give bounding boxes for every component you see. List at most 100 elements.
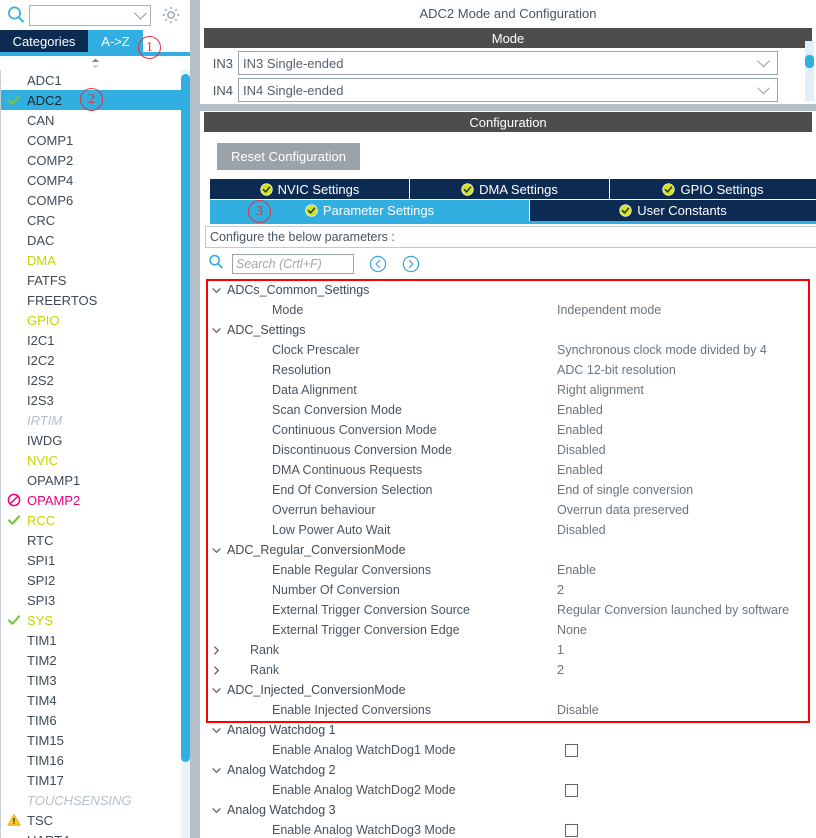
sidebar-item-comp2[interactable]: COMP2 [1, 150, 190, 170]
sidebar-item-tim17[interactable]: TIM17 [1, 770, 190, 790]
chevron-down-icon[interactable] [205, 725, 227, 736]
search-previous-button[interactable] [369, 255, 387, 273]
sidebar-item-irtim[interactable]: IRTIM [1, 410, 190, 430]
param-row[interactable]: DMA Continuous Requests Enabled [205, 460, 816, 480]
sidebar-item-spi1[interactable]: SPI1 [1, 550, 190, 570]
param-row[interactable]: Overrun behaviour Overrun data preserved [205, 500, 816, 520]
param-value[interactable]: Synchronous clock mode divided by 4 [557, 343, 767, 357]
sidebar-item-can[interactable]: CAN [1, 110, 190, 130]
param-group-row[interactable]: Analog Watchdog 1 [205, 720, 816, 740]
sidebar-item-tim15[interactable]: TIM15 [1, 730, 190, 750]
sidebar-item-crc[interactable]: CRC [1, 210, 190, 230]
param-row[interactable]: End Of Conversion Selection End of single… [205, 480, 816, 500]
param-row[interactable]: Enable Analog WatchDog3 Mode [205, 820, 816, 838]
sidebar-item-comp4[interactable]: COMP4 [1, 170, 190, 190]
reset-configuration-button[interactable]: Reset Configuration [217, 143, 360, 170]
param-value[interactable]: Enable [557, 563, 596, 577]
param-group-row[interactable]: ADC_Regular_ConversionMode [205, 540, 816, 560]
chevron-down-icon[interactable] [205, 285, 227, 296]
param-group-row[interactable]: ADC_Injected_ConversionMode [205, 680, 816, 700]
gear-icon[interactable] [160, 4, 182, 26]
param-row[interactable]: External Trigger Conversion Source Regula… [205, 600, 816, 620]
param-group-row[interactable]: ADC_Settings [205, 320, 816, 340]
param-checkbox[interactable] [565, 743, 578, 757]
param-row[interactable]: Enable Analog WatchDog1 Mode [205, 740, 816, 760]
sidebar-item-i2c1[interactable]: I2C1 [1, 330, 190, 350]
param-checkbox[interactable] [565, 783, 578, 797]
param-value[interactable]: Independent mode [557, 303, 661, 317]
param-value[interactable]: ADC 12-bit resolution [557, 363, 676, 377]
sidebar-item-tsc[interactable]: TSC [1, 810, 190, 830]
param-group-row[interactable]: Analog Watchdog 3 [205, 800, 816, 820]
param-value[interactable]: None [557, 623, 587, 637]
sidebar-item-freertos[interactable]: FREERTOS [1, 290, 190, 310]
chevron-down-icon[interactable] [205, 805, 227, 816]
sidebar-item-dac[interactable]: DAC [1, 230, 190, 250]
chevron-down-icon[interactable] [757, 54, 770, 68]
sidebar-item-comp1[interactable]: COMP1 [1, 130, 190, 150]
param-row[interactable]: Scan Conversion Mode Enabled [205, 400, 816, 420]
param-group-row[interactable]: ADCs_Common_Settings [205, 280, 816, 300]
chevron-down-icon[interactable] [205, 685, 227, 696]
sidebar-item-gpio[interactable]: GPIO [1, 310, 190, 330]
param-value[interactable]: End of single conversion [557, 483, 693, 497]
sidebar-item-spi3[interactable]: SPI3 [1, 590, 190, 610]
param-row[interactable]: Data Alignment Right alignment [205, 380, 816, 400]
sidebar-item-rcc[interactable]: RCC [1, 510, 190, 530]
param-row[interactable]: Enable Analog WatchDog2 Mode [205, 780, 816, 800]
sidebar-item-tim6[interactable]: TIM6 [1, 710, 190, 730]
mode-select-in4[interactable]: IN4 Single-ended [238, 78, 778, 102]
param-row[interactable]: Low Power Auto Wait Disabled [205, 520, 816, 540]
sidebar-sort-header[interactable] [0, 56, 190, 70]
chevron-down-icon[interactable] [205, 325, 227, 336]
sidebar-item-tim2[interactable]: TIM2 [1, 650, 190, 670]
sidebar-search-box[interactable] [29, 4, 151, 26]
mode-scrollbar-thumb[interactable] [805, 55, 814, 68]
chevron-down-icon[interactable] [205, 545, 227, 556]
mode-scrollbar-track[interactable] [805, 41, 814, 101]
chevron-right-icon[interactable] [205, 645, 227, 656]
sidebar-item-tim1[interactable]: TIM1 [1, 630, 190, 650]
param-checkbox[interactable] [565, 823, 578, 837]
tab-nvic-settings[interactable]: NVIC Settings [210, 179, 410, 199]
param-value[interactable]: Right alignment [557, 383, 644, 397]
sidebar-item-tim16[interactable]: TIM16 [1, 750, 190, 770]
parameter-tree[interactable]: ADCs_Common_Settings Mode Independent mode… [205, 280, 816, 838]
sidebar-item-adc1[interactable]: ADC1 [1, 70, 190, 90]
sidebar-item-i2c2[interactable]: I2C2 [1, 350, 190, 370]
sidebar-item-dma[interactable]: DMA [1, 250, 190, 270]
sidebar-item-fatfs[interactable]: FATFS [1, 270, 190, 290]
param-row[interactable]: Discontinuous Conversion Mode Disabled [205, 440, 816, 460]
param-row[interactable]: Number Of Conversion 2 [205, 580, 816, 600]
sidebar-item-i2s2[interactable]: I2S2 [1, 370, 190, 390]
param-group-row[interactable]: Rank 1 [205, 640, 816, 660]
param-row[interactable]: Resolution ADC 12-bit resolution [205, 360, 816, 380]
param-value[interactable]: Enabled [557, 463, 603, 477]
param-value[interactable]: Regular Conversion launched by software [557, 603, 789, 617]
param-row[interactable]: Mode Independent mode [205, 300, 816, 320]
sidebar-item-tim3[interactable]: TIM3 [1, 670, 190, 690]
sidebar-item-opamp1[interactable]: OPAMP1 [1, 470, 190, 490]
tab-dma-settings[interactable]: DMA Settings [410, 179, 610, 199]
param-value[interactable]: 1 [557, 643, 564, 657]
param-search-input[interactable] [233, 255, 353, 273]
param-row[interactable]: Clock Prescaler Synchronous clock mode di… [205, 340, 816, 360]
param-value[interactable]: 2 [557, 583, 564, 597]
mode-select-in3[interactable]: IN3 Single-ended [238, 51, 778, 75]
sidebar-scrollbar-thumb[interactable] [181, 74, 190, 762]
tab-user-constants[interactable]: User Constants [530, 200, 816, 221]
tab-gpio-settings[interactable]: GPIO Settings [610, 179, 816, 199]
param-group-row[interactable]: Analog Watchdog 2 [205, 760, 816, 780]
param-value[interactable]: Overrun data preserved [557, 503, 689, 517]
sidebar-item-i2s3[interactable]: I2S3 [1, 390, 190, 410]
search-next-button[interactable] [402, 255, 420, 273]
sidebar-item-tim4[interactable]: TIM4 [1, 690, 190, 710]
sidebar-item-opamp2[interactable]: OPAMP2 [1, 490, 190, 510]
param-value[interactable]: 2 [557, 663, 564, 677]
tab-a-to-z[interactable]: A->Z [88, 30, 143, 52]
param-row[interactable]: External Trigger Conversion Edge None [205, 620, 816, 640]
module-list[interactable]: ADC1 ADC2 CAN COMP1 COMP2 COMP4 COMP6 CRC DAC DMA… [0, 70, 190, 838]
sidebar-search-input[interactable] [30, 5, 150, 25]
param-row[interactable]: Enable Injected Conversions Disable [205, 700, 816, 720]
param-value[interactable]: Disable [557, 703, 599, 717]
